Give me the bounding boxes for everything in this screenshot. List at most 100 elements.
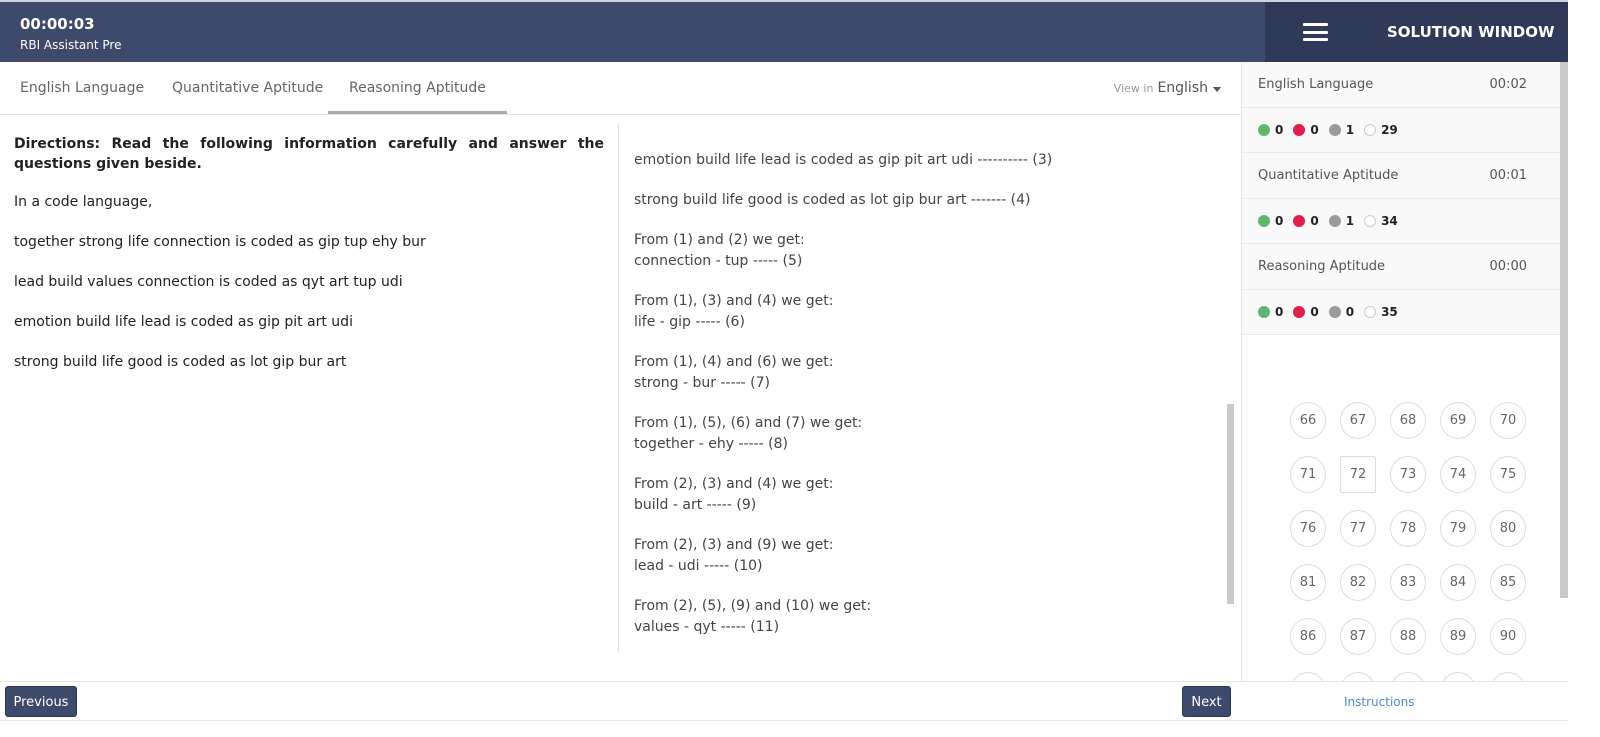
language-value: English (1157, 80, 1208, 96)
question-number-button[interactable] (1390, 672, 1426, 681)
unattempted-count: 34 (1381, 214, 1398, 228)
tab-english-language[interactable]: English Language (20, 62, 144, 114)
correct-count: 0 (1275, 305, 1284, 319)
wrong-count: 0 (1310, 305, 1319, 319)
exam-name: RBI Assistant Pre (20, 38, 122, 52)
solution-window-header: SOLUTION WINDOW (1265, 2, 1568, 62)
question-number-button[interactable]: 69 (1440, 402, 1476, 439)
section-name: English Language (1258, 77, 1374, 92)
question-number-button[interactable]: 86 (1290, 618, 1326, 655)
passage-line: lead build values connection is coded as… (14, 274, 403, 290)
question-number-button[interactable]: 84 (1440, 564, 1476, 601)
question-number-button[interactable]: 72 (1340, 456, 1376, 493)
stat-correct: 0 (1258, 214, 1283, 228)
question-number-button[interactable]: 90 (1490, 618, 1526, 655)
stat-unattempted: 35 (1364, 305, 1398, 319)
previous-button[interactable]: Previous (5, 686, 77, 717)
solution-scrollbar[interactable] (1227, 404, 1234, 604)
stat-unattempted: 34 (1364, 214, 1398, 228)
language-selector[interactable]: View in English (1114, 80, 1221, 96)
skipped-dot-icon (1328, 124, 1341, 136)
solution-step: From (1), (3) and (4) we get: life - gip… (634, 293, 834, 330)
section-time: 00:01 (1489, 168, 1527, 183)
passage-line: emotion build life lead is coded as gip … (14, 314, 353, 330)
question-number-button[interactable]: 82 (1340, 564, 1376, 601)
unattempted-dot-icon (1364, 215, 1377, 227)
section-header[interactable]: Reasoning Aptitude 00:00 (1242, 244, 1560, 290)
stat-wrong: 0 (1293, 214, 1319, 228)
section-time: 00:02 (1489, 77, 1527, 92)
instructions-link[interactable]: Instructions (1344, 695, 1414, 709)
tab-reasoning-aptitude[interactable]: Reasoning Aptitude (328, 62, 507, 114)
correct-count: 0 (1275, 214, 1284, 228)
skipped-dot-icon (1328, 306, 1341, 318)
question-number-button[interactable]: 73 (1390, 456, 1426, 493)
question-number-button[interactable] (1490, 672, 1526, 681)
solution-step: From (1), (4) and (6) we get: strong - b… (634, 354, 834, 391)
stat-unattempted: 29 (1364, 123, 1398, 137)
question-number-button[interactable]: 79 (1440, 510, 1476, 547)
stat-skipped: 1 (1328, 214, 1354, 228)
section-stats: 0 0 1 29 (1242, 108, 1560, 153)
page-scrollbar[interactable] (1560, 62, 1568, 598)
wrong-dot-icon (1293, 124, 1306, 136)
question-number-button[interactable] (1340, 672, 1376, 681)
hamburger-icon[interactable] (1303, 23, 1328, 41)
passage-line: strong build life good is coded as lot g… (14, 354, 347, 370)
correct-dot-icon (1258, 124, 1270, 136)
question-number-button[interactable] (1290, 672, 1326, 681)
question-number-button[interactable]: 89 (1440, 618, 1476, 655)
section-summary: English Language 00:02 0 0 1 29 (1242, 62, 1560, 153)
question-number-button[interactable]: 71 (1290, 456, 1326, 493)
section-name: Quantitative Aptitude (1258, 168, 1399, 183)
question-number-button[interactable]: 83 (1390, 564, 1426, 601)
stat-correct: 0 (1258, 305, 1283, 319)
question-number-button[interactable]: 78 (1390, 510, 1426, 547)
question-number-button[interactable]: 88 (1390, 618, 1426, 655)
question-number-button[interactable]: 85 (1490, 564, 1526, 601)
question-number-button[interactable]: 68 (1390, 402, 1426, 439)
unattempted-dot-icon (1364, 306, 1377, 318)
question-number-button[interactable]: 70 (1490, 402, 1526, 439)
section-stats: 0 0 1 34 (1242, 199, 1560, 244)
wrong-count: 0 (1310, 123, 1319, 137)
stat-skipped: 1 (1328, 123, 1355, 137)
question-number-button[interactable]: 76 (1290, 510, 1326, 547)
correct-dot-icon (1258, 306, 1270, 318)
skipped-count: 0 (1345, 305, 1355, 319)
unattempted-count: 29 (1381, 123, 1398, 137)
section-stats: 0 0 0 35 (1242, 290, 1560, 335)
question-number-button[interactable]: 87 (1340, 618, 1376, 655)
section-header[interactable]: Quantitative Aptitude 00:01 (1242, 153, 1560, 199)
wrong-dot-icon (1293, 215, 1306, 227)
passage-line: together strong life connection is coded… (14, 234, 426, 250)
solution-step: From (1) and (2) we get: connection - tu… (634, 232, 805, 269)
solution-step: From (2), (5), (9) and (10) we get: valu… (634, 598, 872, 635)
question-number-button[interactable]: 66 (1290, 402, 1326, 439)
question-number-button[interactable]: 80 (1490, 510, 1526, 547)
stat-correct: 0 (1258, 123, 1283, 137)
unattempted-count: 35 (1381, 305, 1398, 319)
question-number-button[interactable]: 67 (1340, 402, 1376, 439)
solution-step: strong build life good is coded as lot g… (634, 192, 1031, 208)
question-number-button[interactable] (1440, 672, 1476, 681)
wrong-dot-icon (1293, 306, 1306, 318)
question-number-button[interactable]: 77 (1340, 510, 1376, 547)
next-button[interactable]: Next (1182, 686, 1231, 717)
skipped-count: 1 (1345, 123, 1355, 137)
unattempted-dot-icon (1364, 124, 1377, 136)
top-header: 00:00:03 RBI Assistant Pre SOLUTION WIND… (0, 0, 1568, 62)
correct-count: 0 (1275, 123, 1284, 137)
question-number-button[interactable]: 75 (1490, 456, 1526, 493)
section-name: Reasoning Aptitude (1258, 259, 1386, 274)
exam-timer: 00:00:03 (20, 15, 95, 33)
tab-quantitative-aptitude[interactable]: Quantitative Aptitude (172, 62, 323, 114)
section-tabs: English Language Quantitative Aptitude R… (0, 62, 1241, 115)
question-number-button[interactable]: 74 (1440, 456, 1476, 493)
wrong-count: 0 (1310, 214, 1319, 228)
question-number-button[interactable]: 81 (1290, 564, 1326, 601)
section-header[interactable]: English Language 00:02 (1242, 62, 1560, 108)
question-palette-sidebar: English Language 00:02 0 0 1 29 Quantitative A… (1241, 62, 1560, 681)
skipped-dot-icon (1328, 215, 1341, 227)
pane-divider (618, 124, 619, 652)
